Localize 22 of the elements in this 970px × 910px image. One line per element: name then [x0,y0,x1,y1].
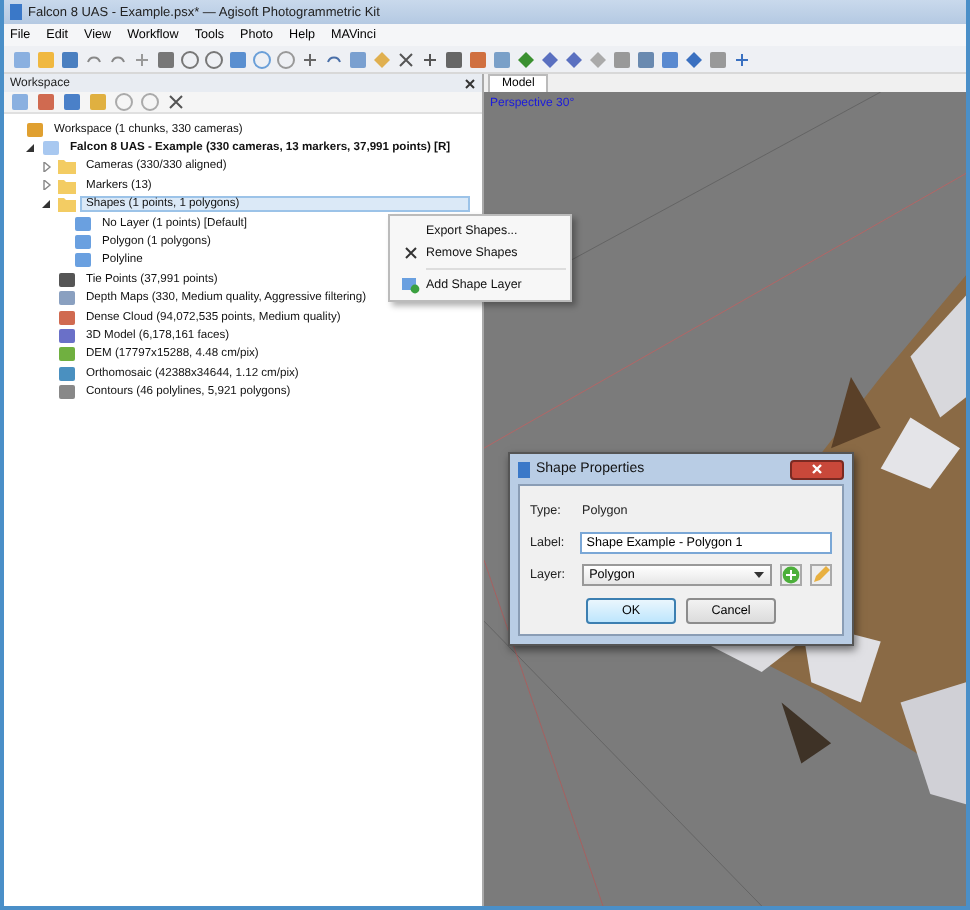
close-icon [812,464,822,474]
sphere-icon[interactable] [276,49,296,69]
expanded-arrow-icon[interactable] [42,199,52,210]
crosshair-icon[interactable] [300,49,320,69]
app-icon [518,461,530,477]
collapsed-arrow-icon[interactable] [42,161,52,172]
close-icon[interactable] [464,77,476,89]
edit-layer-button[interactable] [810,563,832,585]
pencil-icon [812,565,830,583]
circle-select-icon[interactable] [180,49,200,69]
collapsed-arrow-icon[interactable] [42,180,52,191]
expanded-arrow-icon[interactable] [26,143,36,154]
delete-icon [403,246,417,260]
app-icon [10,4,22,20]
plus-icon [782,565,800,583]
add-layer-icon [401,277,419,293]
remove-icon[interactable] [166,92,186,112]
dropdown-caret-icon [754,571,764,577]
move-icon[interactable] [732,49,752,69]
add-layer-button[interactable] [780,563,802,585]
delete-icon[interactable] [396,49,416,69]
close-button[interactable] [790,459,844,479]
